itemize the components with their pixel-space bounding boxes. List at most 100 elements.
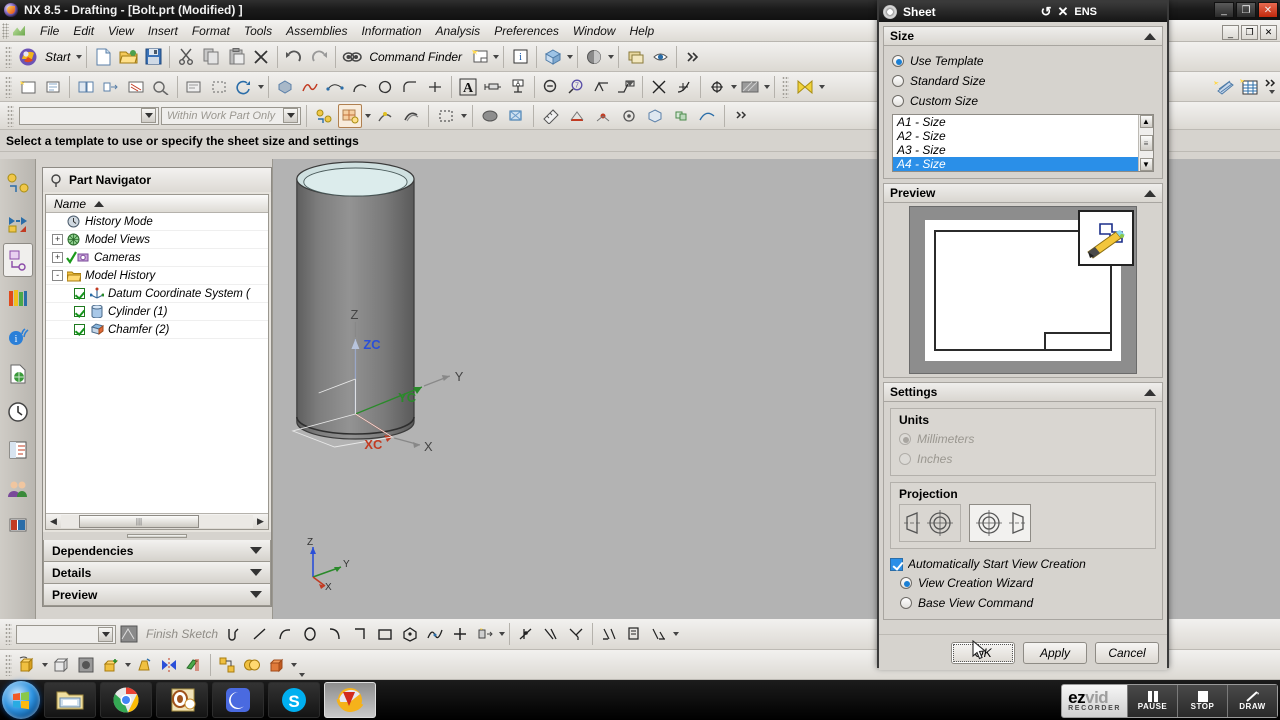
chevron-down-icon-details[interactable] <box>250 569 262 576</box>
selection-bar-grip[interactable] <box>7 104 14 127</box>
part-navigator-icon[interactable] <box>2 243 33 277</box>
hatch-fill-caret[interactable] <box>764 84 770 89</box>
quick-trim-icon[interactable] <box>514 622 538 646</box>
tree-row-datum-csys[interactable]: Datum Coordinate System ( <box>46 285 268 303</box>
auto-view-checkbox-row[interactable]: Automatically Start View Creation <box>890 555 1156 573</box>
taskbar-skype-icon[interactable]: S <box>268 682 320 718</box>
shell-icon[interactable] <box>265 653 289 677</box>
taskbar-nx-app-icon[interactable] <box>324 682 376 718</box>
delete-x-icon[interactable] <box>249 45 273 69</box>
radio-standard-size[interactable]: Standard Size <box>892 71 1154 91</box>
rectangle-select-icon[interactable] <box>434 104 458 128</box>
command-finder-label[interactable]: Command Finder <box>365 50 466 64</box>
chevron-down-icon-preview[interactable] <box>250 591 262 598</box>
centerline-icon[interactable] <box>672 75 696 99</box>
section-dependencies[interactable]: Dependencies <box>43 540 271 562</box>
open-folder-icon[interactable] <box>116 45 140 69</box>
extrude-icon[interactable] <box>16 653 40 677</box>
intersect-x-icon[interactable] <box>647 75 671 99</box>
view-orient-caret[interactable] <box>567 54 574 59</box>
taskbar-blue-app-icon[interactable] <box>212 682 264 718</box>
new-sheet-dropdown-caret[interactable] <box>493 54 500 59</box>
curve-rule-caret[interactable] <box>365 113 371 118</box>
p attern-feature-icon[interactable] <box>215 653 239 677</box>
chevron-up-icon-preview[interactable] <box>1144 189 1156 197</box>
arc-2-icon[interactable] <box>273 622 297 646</box>
redo-icon[interactable] <box>307 45 331 69</box>
target-point-icon[interactable] <box>705 75 729 99</box>
command-finder-icon[interactable] <box>340 45 364 69</box>
cancel-button[interactable]: Cancel <box>1095 641 1159 664</box>
undo-icon[interactable] <box>282 45 306 69</box>
third-angle-projection-icon[interactable] <box>969 504 1031 542</box>
template-item-a1[interactable]: A1 - Size <box>893 115 1138 129</box>
tree-row-cameras[interactable]: + Cameras <box>46 249 268 267</box>
rectangle-icon[interactable] <box>373 622 397 646</box>
chevron-up-icon-size[interactable] <box>1144 32 1156 40</box>
detail-view-icon[interactable] <box>149 75 173 99</box>
menu-item-preferences[interactable]: Preferences <box>487 22 566 40</box>
spline-icon[interactable] <box>323 75 347 99</box>
sketch-toolbar-grip[interactable] <box>5 623 12 645</box>
zoom-out-icon[interactable] <box>539 75 563 99</box>
new-sheet-icon[interactable] <box>467 45 491 69</box>
dimension-icon[interactable] <box>622 622 646 646</box>
radio-use-template[interactable]: Use Template <box>892 51 1154 71</box>
tree-row-model-history[interactable]: - Model History <box>46 267 268 285</box>
scroll-left-icon[interactable]: ◀ <box>46 515 61 529</box>
tree-column-header[interactable]: Name <box>46 195 268 213</box>
hd3d-tools-icon[interactable]: i <box>3 319 33 353</box>
chamfer-tool-icon[interactable] <box>348 622 372 646</box>
mdi-close-button[interactable]: ✕ <box>1260 25 1277 40</box>
view-boundary-icon[interactable] <box>207 75 231 99</box>
surface-finish-icon[interactable] <box>589 75 613 99</box>
more-commands-icon[interactable] <box>681 45 705 69</box>
view-orient-icon[interactable] <box>541 45 565 69</box>
toolbar-overflow-caret[interactable] <box>1268 90 1275 94</box>
ezvid-pause-button[interactable]: PAUSE <box>1127 685 1177 717</box>
chevron-down-icon-dependencies[interactable] <box>250 547 262 554</box>
unite-icon[interactable] <box>240 653 264 677</box>
nx-start-icon[interactable] <box>16 45 40 69</box>
draft-icon[interactable] <box>132 653 156 677</box>
sheet-table-new-icon[interactable] <box>1212 75 1236 99</box>
zoom-value-icon[interactable]: 7 <box>564 75 588 99</box>
radio-view-creation-wizard[interactable]: View Creation Wizard <box>890 573 1156 593</box>
section-preview[interactable]: Preview <box>43 584 271 606</box>
process-studio-icon[interactable] <box>3 433 33 467</box>
boss-caret[interactable] <box>125 662 131 667</box>
tree-row-chamfer[interactable]: Chamfer (2) <box>46 321 268 339</box>
scroll-right-icon[interactable]: ▶ <box>253 515 268 529</box>
polygon-icon[interactable] <box>398 622 422 646</box>
note-icon[interactable]: A <box>506 75 530 99</box>
hatch-fill-icon[interactable] <box>738 75 762 99</box>
render-style-icon[interactable] <box>582 45 606 69</box>
auto-constraint-caret[interactable] <box>673 632 680 636</box>
cut-scissors-icon[interactable] <box>174 45 198 69</box>
system-scene-icon[interactable] <box>3 509 33 543</box>
tree-row-cylinder[interactable]: Cylinder (1) <box>46 303 268 321</box>
menu-item-information[interactable]: Information <box>354 22 428 40</box>
spline-2-icon[interactable] <box>423 622 447 646</box>
view-creation-wizard-icon[interactable] <box>41 75 65 99</box>
mdi-restore-button[interactable]: ❐ <box>1241 25 1258 40</box>
selection-type-dropdown-icon[interactable] <box>141 108 156 123</box>
toolbar-overflow-group[interactable] <box>1262 79 1280 94</box>
arc-icon[interactable] <box>348 75 372 99</box>
radio-base-view-command[interactable]: Base View Command <box>890 593 1156 613</box>
mirror-icon[interactable] <box>157 653 181 677</box>
sketch-name-dropdown-icon[interactable] <box>98 626 113 642</box>
projected-view-icon[interactable] <box>99 75 123 99</box>
settings-group-header[interactable]: Settings <box>883 382 1163 402</box>
windows-start-orb-icon[interactable] <box>2 681 40 719</box>
linear-dimension-icon[interactable] <box>481 75 505 99</box>
window-minimize-button[interactable]: _ <box>1214 2 1234 18</box>
update-views-caret[interactable] <box>258 84 264 89</box>
visible-layers-icon[interactable] <box>648 45 672 69</box>
trim-curve-icon[interactable] <box>423 75 447 99</box>
profile-icon[interactable] <box>223 622 247 646</box>
block-icon[interactable] <box>49 653 73 677</box>
expander-cameras[interactable]: + <box>52 252 63 263</box>
pattern-caret[interactable] <box>499 632 506 636</box>
chevron-up-icon-settings[interactable] <box>1144 388 1156 396</box>
